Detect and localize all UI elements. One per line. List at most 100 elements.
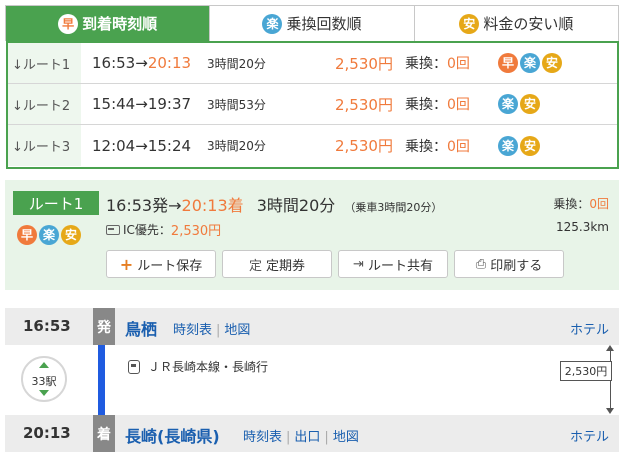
- route-tag: ルート1: [13, 191, 99, 215]
- pass-icon: 定: [248, 258, 262, 274]
- route-transfers: 乗換：0回: [405, 94, 470, 114]
- route-detail-time: 16:53発→20:13着 3時間20分 （乗車3時間20分）: [106, 192, 442, 216]
- departure-station-link[interactable]: 鳥栖: [125, 316, 157, 340]
- departure-station-row: 16:53 発 鳥栖 時刻表 | 地図 ホテル: [5, 308, 619, 345]
- hayai-badge-icon: 早: [58, 13, 79, 34]
- train-name: ＪＲ長崎本線・長崎行: [148, 360, 269, 374]
- route-link-2[interactable]: ↓ルート2: [8, 84, 81, 124]
- segment-fare: 2,530円: [560, 361, 612, 381]
- transfer-label: 乗換：: [405, 138, 447, 155]
- exit-link[interactable]: 出口: [294, 430, 320, 445]
- route-duration: 3時間20分: [207, 139, 266, 153]
- ic-fare-value: 2,530円: [170, 224, 222, 239]
- timetable-link[interactable]: 時刻表: [173, 323, 212, 338]
- button-label: 印刷する: [490, 258, 543, 274]
- transfer-count: 0回: [589, 197, 609, 211]
- chevron-down-icon: [39, 390, 49, 396]
- sort-tabs: 早 到着時刻順 楽 乗換回数順 安 料金の安い順: [5, 5, 619, 41]
- stop-count-toggle[interactable]: 33駅: [21, 356, 67, 402]
- dep-time: 16:53発: [106, 196, 169, 215]
- arrow: →: [168, 196, 182, 215]
- raku-badge-icon: 楽: [262, 13, 283, 34]
- share-route-button[interactable]: ⇥ ルート共有: [338, 250, 448, 278]
- arrival-time: 20:13: [23, 424, 71, 442]
- printer-icon: ⎙: [475, 256, 487, 272]
- train-icon: [128, 359, 140, 374]
- route-badges: 楽 安: [498, 135, 540, 156]
- arrow-up-icon: [606, 345, 614, 351]
- hotel-link[interactable]: ホテル: [570, 426, 609, 445]
- hayai-badge-icon: 早: [17, 225, 37, 245]
- route-row-2[interactable]: ↓ルート2 15:44→19:37 3時間53分 2,530円 乗換：0回 楽 …: [8, 84, 617, 125]
- route-link-3[interactable]: ↓ルート3: [8, 125, 81, 166]
- map-link[interactable]: 地図: [224, 323, 250, 338]
- transfer-label: 乗換：: [405, 56, 447, 72]
- separator: |: [324, 430, 329, 445]
- riding-duration: （乗車3時間20分）: [344, 201, 443, 214]
- arrow: →: [135, 136, 148, 155]
- dep-time: 16:53: [92, 54, 136, 72]
- route-link-1[interactable]: ↓ルート1: [8, 43, 81, 83]
- route-duration: 3時間20分: [207, 56, 266, 71]
- route-badges: 早 楽 安: [17, 225, 81, 245]
- button-label: ルート保存: [137, 258, 203, 274]
- detail-transfers: 乗換：0回: [553, 195, 609, 212]
- arrow: →: [135, 54, 148, 72]
- arrow: →: [135, 95, 148, 113]
- dep-time: 15:44: [92, 95, 136, 113]
- route-detail-header: ルート1 早 楽 安 16:53発→20:13着 3時間20分 （乗車3時間20…: [5, 180, 619, 290]
- save-route-button[interactable]: + ルート保存: [106, 250, 216, 278]
- plus-icon: +: [119, 254, 134, 274]
- stop-count: 33駅: [31, 375, 57, 388]
- commuter-pass-button[interactable]: 定 定期券: [222, 250, 332, 278]
- route-row-1[interactable]: ↓ルート1 16:53→20:13 3時間20分 2,530円 乗換：0回 早 …: [8, 43, 617, 84]
- raku-badge-icon: 楽: [39, 225, 59, 245]
- route-duration: 3時間53分: [207, 97, 266, 112]
- tab-label: 到着時刻順: [82, 15, 158, 33]
- route-badges: 楽 安: [498, 94, 540, 114]
- dep-time: 12:04: [92, 136, 136, 155]
- separator: |: [216, 323, 221, 338]
- distance: 125.3km: [556, 220, 609, 234]
- raku-badge-icon: 楽: [520, 53, 540, 73]
- yasu-badge-icon: 安: [459, 13, 480, 34]
- transfer-count: 0回: [447, 138, 470, 155]
- arr-time: 19:37: [147, 95, 192, 113]
- departure-time: 16:53: [23, 317, 71, 335]
- yasu-badge-icon: 安: [520, 94, 540, 114]
- route-actions: + ルート保存 定 定期券 ⇥ ルート共有 ⎙ 印刷する: [106, 250, 564, 278]
- separator: |: [286, 430, 291, 445]
- route-fare: 2,530円: [335, 137, 393, 155]
- ic-fare: IC優先： 2,530円: [106, 220, 221, 239]
- timetable-link[interactable]: 時刻表: [243, 430, 282, 445]
- transfer-label: 乗換：: [553, 197, 590, 211]
- arr-time: 20:13着: [181, 196, 244, 215]
- arrival-station-link[interactable]: 長崎(長崎県): [125, 423, 220, 447]
- tab-cheapest-fare[interactable]: 安 料金の安い順: [413, 6, 618, 41]
- arrival-links: 時刻表 | 出口 | 地図: [243, 426, 359, 445]
- total-duration: 3時間20分: [256, 196, 336, 215]
- button-label: ルート共有: [367, 258, 433, 274]
- yasu-badge-icon: 安: [61, 225, 81, 245]
- map-link[interactable]: 地図: [333, 430, 359, 445]
- raku-badge-icon: 楽: [498, 135, 518, 156]
- transfer-count: 0回: [447, 97, 470, 113]
- yasu-badge-icon: 安: [520, 135, 540, 156]
- route-list: ↓ルート1 16:53→20:13 3時間20分 2,530円 乗換：0回 早 …: [6, 41, 619, 169]
- route-badges: 早 楽 安: [498, 53, 562, 73]
- tab-fewest-transfers[interactable]: 楽 乗換回数順: [209, 6, 414, 41]
- transfer-label: 乗換：: [405, 97, 447, 113]
- yasu-badge-icon: 安: [542, 53, 562, 73]
- print-button[interactable]: ⎙ 印刷する: [454, 250, 564, 278]
- route-time: 16:53→20:13: [92, 54, 191, 72]
- hotel-link[interactable]: ホテル: [570, 319, 609, 338]
- departure-marker: 発: [93, 308, 115, 345]
- ic-card-icon: [106, 224, 120, 235]
- route-row-3[interactable]: ↓ルート3 12:04→15:24 3時間20分 2,530円 乗換：0回 楽 …: [8, 125, 617, 166]
- tab-arrival-time[interactable]: 早 到着時刻順: [6, 6, 210, 41]
- route-transfers: 乗換：0回: [405, 53, 470, 73]
- departure-links: 時刻表 | 地図: [173, 319, 250, 338]
- route-time: 15:44→19:37: [92, 95, 191, 113]
- ic-label: IC優先：: [123, 223, 171, 237]
- chevron-up-icon: [39, 362, 49, 368]
